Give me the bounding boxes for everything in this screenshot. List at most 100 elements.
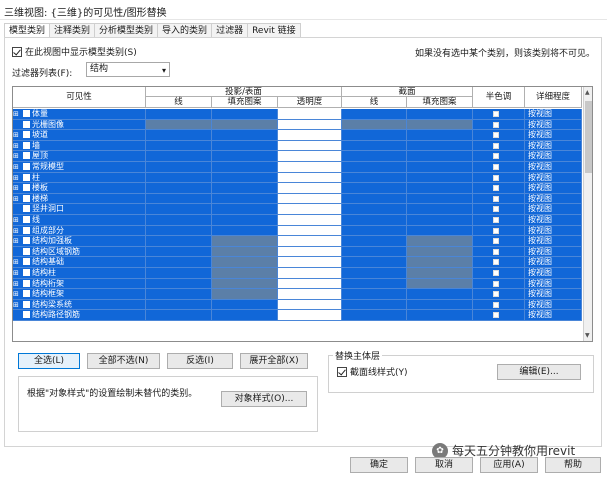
projection-fill-cell[interactable]: [212, 257, 278, 268]
halftone-cell[interactable]: [473, 119, 525, 131]
expand-icon[interactable]: ⊞: [13, 300, 22, 310]
table-row[interactable]: 结构路径钢筋 按视图: [13, 310, 582, 321]
projection-fill-cell[interactable]: [212, 215, 278, 226]
projection-fill-cell[interactable]: [212, 268, 278, 279]
cut-fill-cell[interactable]: [407, 151, 473, 162]
edit-button[interactable]: 编辑(E)...: [497, 364, 581, 380]
projection-line-cell[interactable]: [146, 225, 212, 237]
expand-icon[interactable]: ⊞: [13, 236, 22, 246]
projection-fill-cell[interactable]: [212, 193, 278, 205]
cut-line-cell[interactable]: [342, 109, 407, 120]
transparency-cell[interactable]: [278, 268, 342, 279]
halftone-cell[interactable]: [473, 310, 525, 321]
detail-level-cell[interactable]: 按视图: [525, 278, 582, 290]
cut-line-cell[interactable]: [342, 119, 407, 131]
cut-fill-cell[interactable]: [407, 172, 473, 184]
category-name-cell[interactable]: ⊞ 屋顶: [13, 151, 146, 162]
help-button[interactable]: 帮助: [545, 457, 601, 473]
halftone-checkbox[interactable]: [493, 153, 499, 160]
visibility-checkbox[interactable]: [23, 279, 30, 287]
ok-button[interactable]: 确定: [350, 457, 408, 473]
expand-icon[interactable]: ⊞: [13, 257, 22, 267]
cut-line-cell[interactable]: [342, 130, 407, 141]
tab-3[interactable]: 导入的类别: [157, 23, 213, 38]
visibility-checkbox[interactable]: [23, 216, 30, 223]
visibility-checkbox[interactable]: [23, 226, 30, 234]
cut-line-cell[interactable]: [342, 289, 407, 300]
detail-level-cell[interactable]: 按视图: [525, 193, 582, 205]
tab-4[interactable]: 过滤器: [211, 23, 249, 38]
table-row[interactable]: ⊞ 结构加强板 按视图: [13, 236, 582, 247]
transparency-cell[interactable]: [278, 172, 342, 184]
halftone-checkbox[interactable]: [493, 238, 499, 245]
halftone-cell[interactable]: [473, 225, 525, 237]
projection-fill-cell[interactable]: [212, 119, 278, 131]
detail-level-cell[interactable]: 按视图: [525, 172, 582, 184]
expand-icon[interactable]: ⊞: [13, 130, 22, 140]
halftone-checkbox[interactable]: [493, 270, 499, 276]
projection-line-cell[interactable]: [146, 109, 212, 120]
expand-all-button[interactable]: 展开全部(X): [240, 353, 308, 369]
category-name-cell[interactable]: 竖井洞口: [13, 204, 146, 215]
transparency-cell[interactable]: [278, 109, 342, 120]
category-name-cell[interactable]: 结构区域钢筋: [13, 246, 146, 258]
category-name-cell[interactable]: ⊞ 常规模型: [13, 162, 146, 173]
projection-fill-cell[interactable]: [212, 236, 278, 247]
cut-line-cell[interactable]: [342, 151, 407, 162]
halftone-checkbox[interactable]: [493, 195, 499, 202]
projection-line-cell[interactable]: [146, 172, 212, 184]
halftone-checkbox[interactable]: [493, 301, 499, 308]
table-row[interactable]: ⊞ 线按视图: [13, 215, 582, 226]
expand-icon[interactable]: ⊞: [13, 109, 22, 119]
category-name-cell[interactable]: ⊞ 结构梁系统: [13, 299, 146, 311]
cut-line-cell[interactable]: [342, 183, 407, 194]
expand-icon[interactable]: ⊞: [13, 279, 22, 289]
detail-level-cell[interactable]: 按视图: [525, 236, 582, 247]
detail-level-cell[interactable]: 按视图: [525, 130, 582, 141]
visibility-checkbox[interactable]: [23, 205, 30, 213]
detail-level-cell[interactable]: 按视图: [525, 289, 582, 300]
transparency-cell[interactable]: [278, 204, 342, 215]
category-name-cell[interactable]: ⊞ 柱: [13, 172, 146, 184]
transparency-cell[interactable]: [278, 289, 342, 300]
cut-line-cell[interactable]: [342, 278, 407, 290]
category-name-cell[interactable]: ⊞ 坡道: [13, 130, 146, 141]
cut-line-cell[interactable]: [342, 225, 407, 237]
cut-line-style-checkbox[interactable]: [337, 366, 347, 377]
halftone-checkbox[interactable]: [493, 164, 499, 170]
cut-line-cell[interactable]: [342, 310, 407, 321]
halftone-cell[interactable]: [473, 172, 525, 184]
category-name-cell[interactable]: ⊞ 结构框架: [13, 289, 146, 300]
table-row[interactable]: ⊞ 楼板 按视图: [13, 183, 582, 194]
expand-icon[interactable]: ⊞: [13, 268, 22, 278]
apply-button[interactable]: 应用(A): [480, 457, 538, 473]
expand-icon[interactable]: ⊞: [13, 215, 22, 225]
visibility-checkbox[interactable]: [23, 152, 30, 160]
visibility-checkbox[interactable]: [23, 173, 30, 181]
halftone-checkbox[interactable]: [493, 206, 499, 213]
table-row[interactable]: ⊞ 楼梯 按视图: [13, 193, 582, 205]
projection-fill-cell[interactable]: [212, 289, 278, 300]
expand-icon[interactable]: ⊞: [13, 151, 22, 161]
halftone-cell[interactable]: [473, 183, 525, 194]
cut-line-cell[interactable]: [342, 204, 407, 215]
projection-fill-cell[interactable]: [212, 246, 278, 258]
filter-list-select[interactable]: 结构 ▾: [86, 62, 170, 77]
cut-fill-cell[interactable]: [407, 193, 473, 205]
scrollbar-thumb[interactable]: [585, 101, 592, 173]
projection-line-cell[interactable]: [146, 299, 212, 311]
expand-icon[interactable]: ⊞: [13, 173, 22, 183]
halftone-checkbox[interactable]: [493, 142, 499, 149]
halftone-cell[interactable]: [473, 130, 525, 141]
visibility-checkbox[interactable]: [23, 110, 30, 117]
cut-line-cell[interactable]: [342, 268, 407, 279]
detail-level-cell[interactable]: 按视图: [525, 268, 582, 279]
transparency-cell[interactable]: [278, 140, 342, 152]
expand-icon[interactable]: ⊞: [13, 162, 22, 172]
table-row[interactable]: ⊞ 结构柱 按视图: [13, 268, 582, 279]
projection-line-cell[interactable]: [146, 257, 212, 268]
halftone-cell[interactable]: [473, 246, 525, 258]
visibility-checkbox[interactable]: [23, 120, 30, 128]
tab-5[interactable]: Revit 链接: [247, 23, 301, 38]
halftone-cell[interactable]: [473, 162, 525, 173]
